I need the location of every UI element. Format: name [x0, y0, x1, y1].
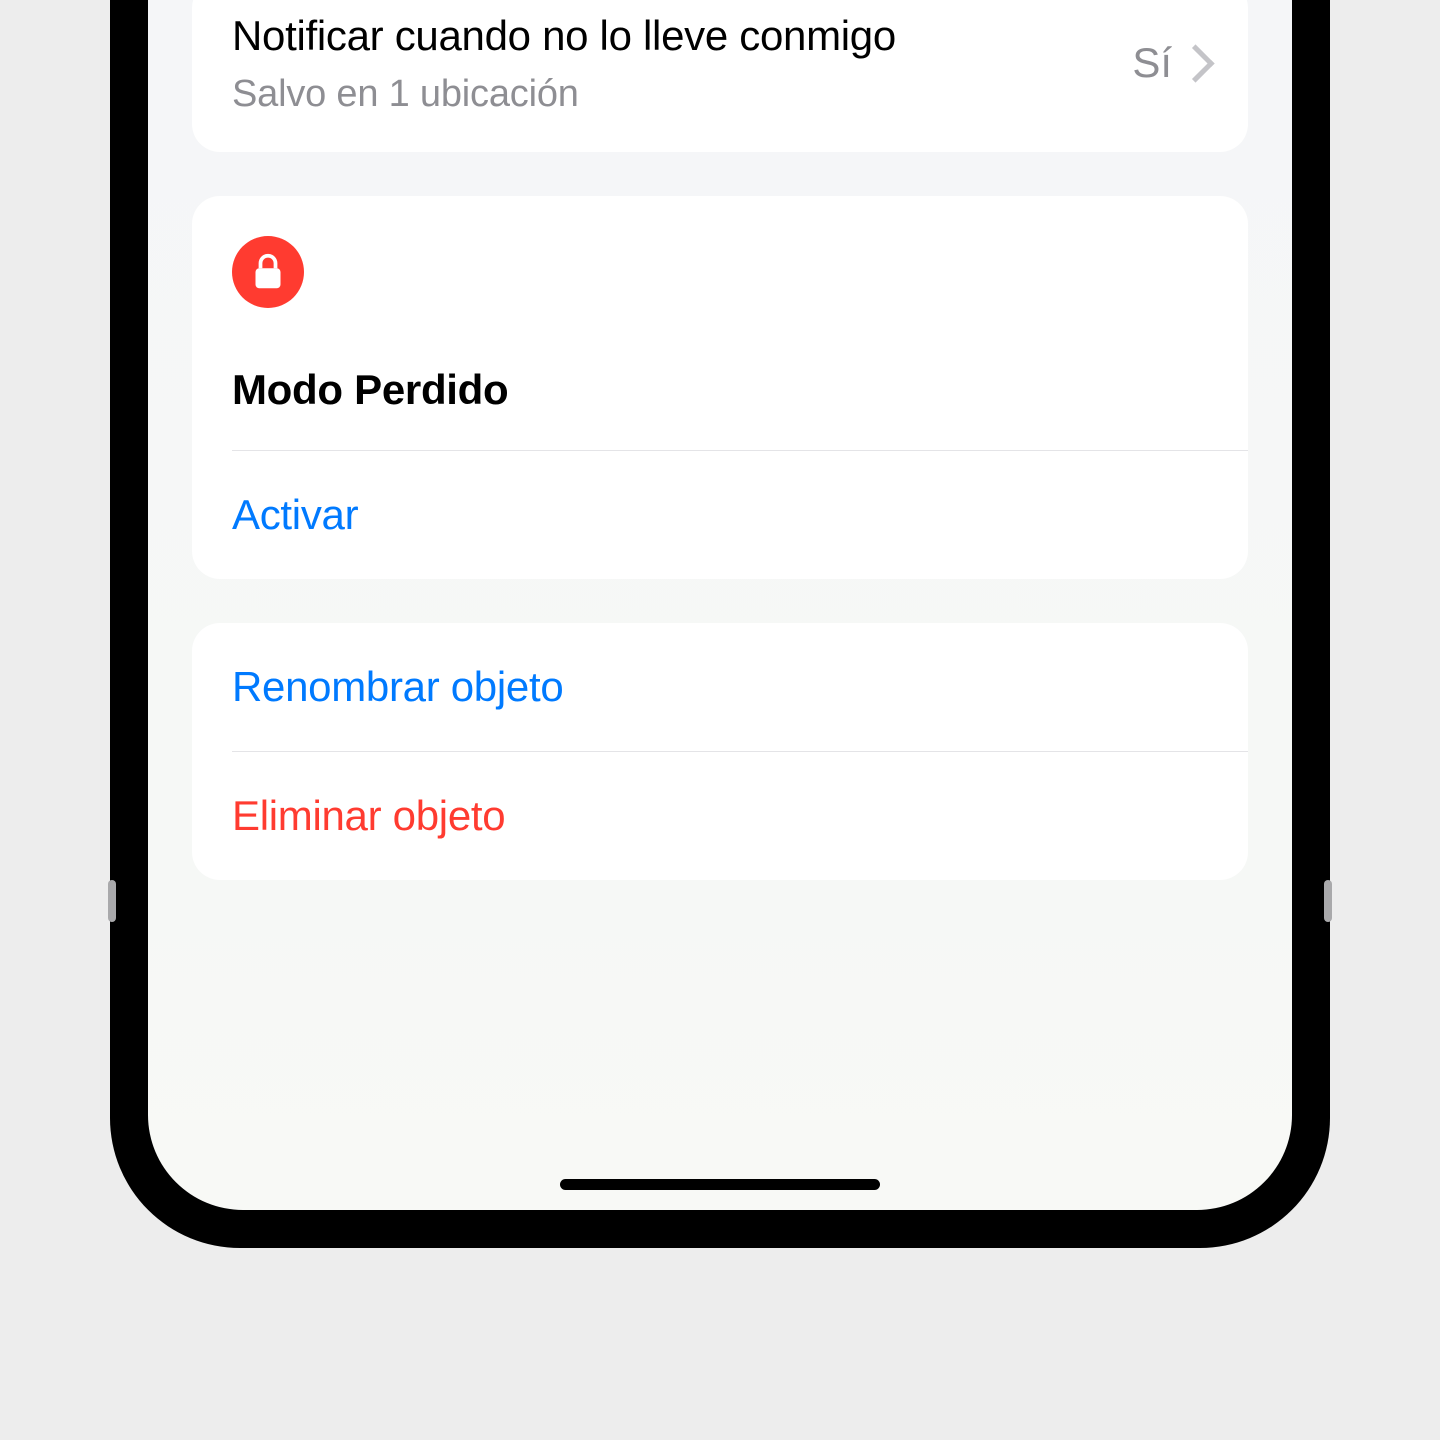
lost-mode-title: Modo Perdido	[232, 366, 1208, 414]
item-actions-card: Renombrar objeto Eliminar objeto	[192, 623, 1248, 880]
side-button-right	[1324, 880, 1332, 922]
notify-subtitle: Salvo en 1 ubicación	[232, 73, 1132, 116]
notify-value-block: Sí	[1132, 39, 1208, 87]
rename-item-button[interactable]: Renombrar objeto	[192, 623, 1248, 751]
chevron-right-icon	[1188, 46, 1208, 80]
phone-frame: Notificar cuando no lo lleve conmigo Sal…	[110, 0, 1330, 1248]
lost-mode-card: Modo Perdido Activar	[192, 196, 1248, 579]
notify-value: Sí	[1132, 39, 1172, 87]
phone-bezel: Notificar cuando no lo lleve conmigo Sal…	[138, 0, 1302, 1220]
screen: Notificar cuando no lo lleve conmigo Sal…	[148, 0, 1292, 1210]
lock-icon	[232, 236, 304, 308]
notify-when-left-behind-row[interactable]: Notificar cuando no lo lleve conmigo Sal…	[192, 0, 1248, 152]
notify-text-block: Notificar cuando no lo lleve conmigo Sal…	[232, 10, 1132, 116]
lost-mode-header: Modo Perdido	[192, 196, 1248, 450]
notify-card: Notificar cuando no lo lleve conmigo Sal…	[192, 0, 1248, 152]
home-indicator[interactable]	[560, 1179, 880, 1190]
side-button-left	[108, 880, 116, 922]
activate-lost-mode-button[interactable]: Activar	[192, 451, 1248, 579]
notify-title: Notificar cuando no lo lleve conmigo	[232, 10, 1132, 63]
remove-item-button[interactable]: Eliminar objeto	[192, 752, 1248, 880]
